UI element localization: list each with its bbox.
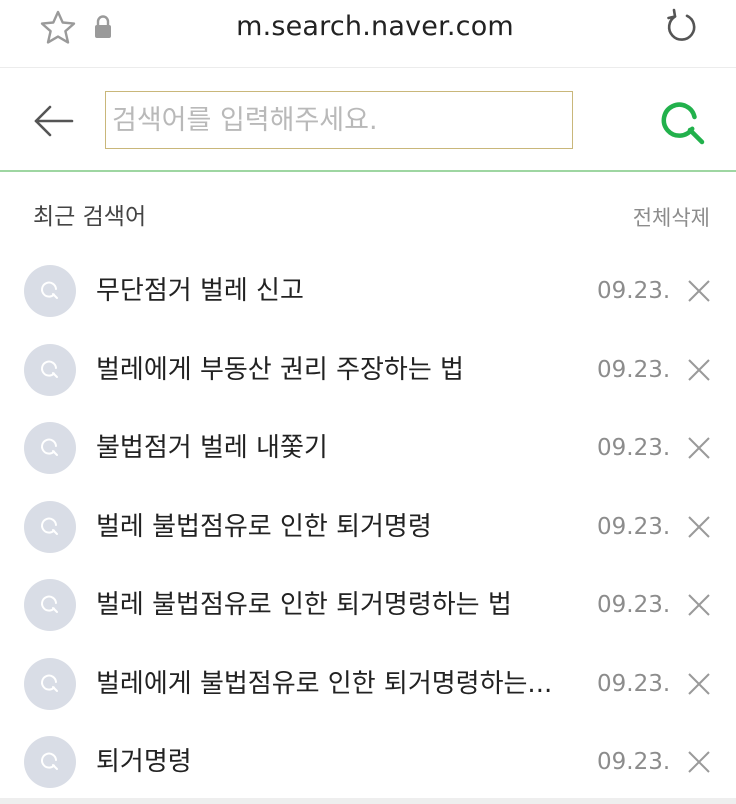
search-date: 09.23. [597, 513, 671, 540]
search-keyword[interactable]: 벌레 불법점유로 인한 퇴거명령 [96, 508, 588, 546]
recent-searches-title: 최근 검색어 [33, 204, 147, 230]
search-date: 09.23. [597, 435, 671, 461]
search-button[interactable] [656, 96, 708, 148]
search-bar [0, 68, 736, 172]
recent-searches-header: 최근 검색어 전체삭제 [0, 172, 736, 252]
search-date: 09.23. [597, 749, 671, 775]
search-keyword[interactable]: 무단점거 벌레 신고 [96, 272, 588, 310]
list-item[interactable]: 무단점거 벌레 신고 09.23. [0, 252, 736, 331]
close-icon[interactable] [684, 590, 714, 620]
star-icon[interactable] [38, 8, 78, 48]
close-icon[interactable] [684, 669, 714, 699]
history-search-icon [24, 657, 76, 710]
list-item[interactable]: 퇴거명령 09.23. [0, 723, 736, 802]
url-text[interactable]: m.search.naver.com [150, 10, 600, 44]
list-item[interactable]: 벌레 불법점유로 인한 퇴거명령하는 법 09.23. [0, 566, 736, 645]
search-date: 09.23. [597, 592, 671, 618]
lock-icon [95, 15, 111, 38]
search-keyword[interactable]: 벌레 불법점유로 인한 퇴거명령하는 법 [96, 586, 588, 624]
list-item[interactable]: 벌레 불법점유로 인한 퇴거명령 09.23. [0, 488, 736, 567]
reload-icon[interactable] [660, 6, 702, 48]
history-search-icon [24, 736, 76, 788]
list-item[interactable]: 불법점거 벌레 내쫓기 09.23. [0, 409, 736, 488]
close-icon[interactable] [684, 276, 714, 306]
bottom-divider [0, 798, 736, 804]
close-icon[interactable] [684, 355, 714, 385]
delete-all-button[interactable]: 전체삭제 [633, 204, 710, 232]
search-input[interactable] [105, 91, 573, 149]
close-icon[interactable] [684, 512, 714, 542]
recent-searches-list: 무단점거 벌레 신고 09.23. 벌레에게 부동산 권리 주장하는 법 09.… [0, 252, 736, 802]
close-icon[interactable] [684, 433, 714, 463]
search-date: 09.23. [597, 356, 671, 383]
list-item[interactable]: 벌레에게 부동산 권리 주장하는 법 09.23. [0, 331, 736, 410]
history-search-icon [24, 500, 76, 553]
search-date: 09.23. [597, 278, 671, 304]
history-search-icon [24, 343, 76, 396]
search-date: 09.23. [597, 670, 671, 697]
close-icon[interactable] [684, 747, 714, 777]
search-icon [661, 102, 705, 145]
list-item[interactable]: 벌레에게 불법점유로 인한 퇴거명령하는... 09.23. [0, 645, 736, 724]
search-keyword[interactable]: 퇴거명령 [96, 743, 588, 781]
search-keyword[interactable]: 벌레에게 부동산 권리 주장하는 법 [96, 351, 588, 389]
history-search-icon [24, 265, 76, 317]
history-search-icon [24, 579, 76, 631]
search-keyword[interactable]: 불법점거 벌레 내쫓기 [96, 429, 588, 467]
browser-url-bar: m.search.naver.com [0, 0, 736, 68]
back-arrow-icon[interactable] [30, 98, 76, 144]
history-search-icon [24, 422, 76, 474]
search-keyword[interactable]: 벌레에게 불법점유로 인한 퇴거명령하는... [96, 665, 588, 703]
